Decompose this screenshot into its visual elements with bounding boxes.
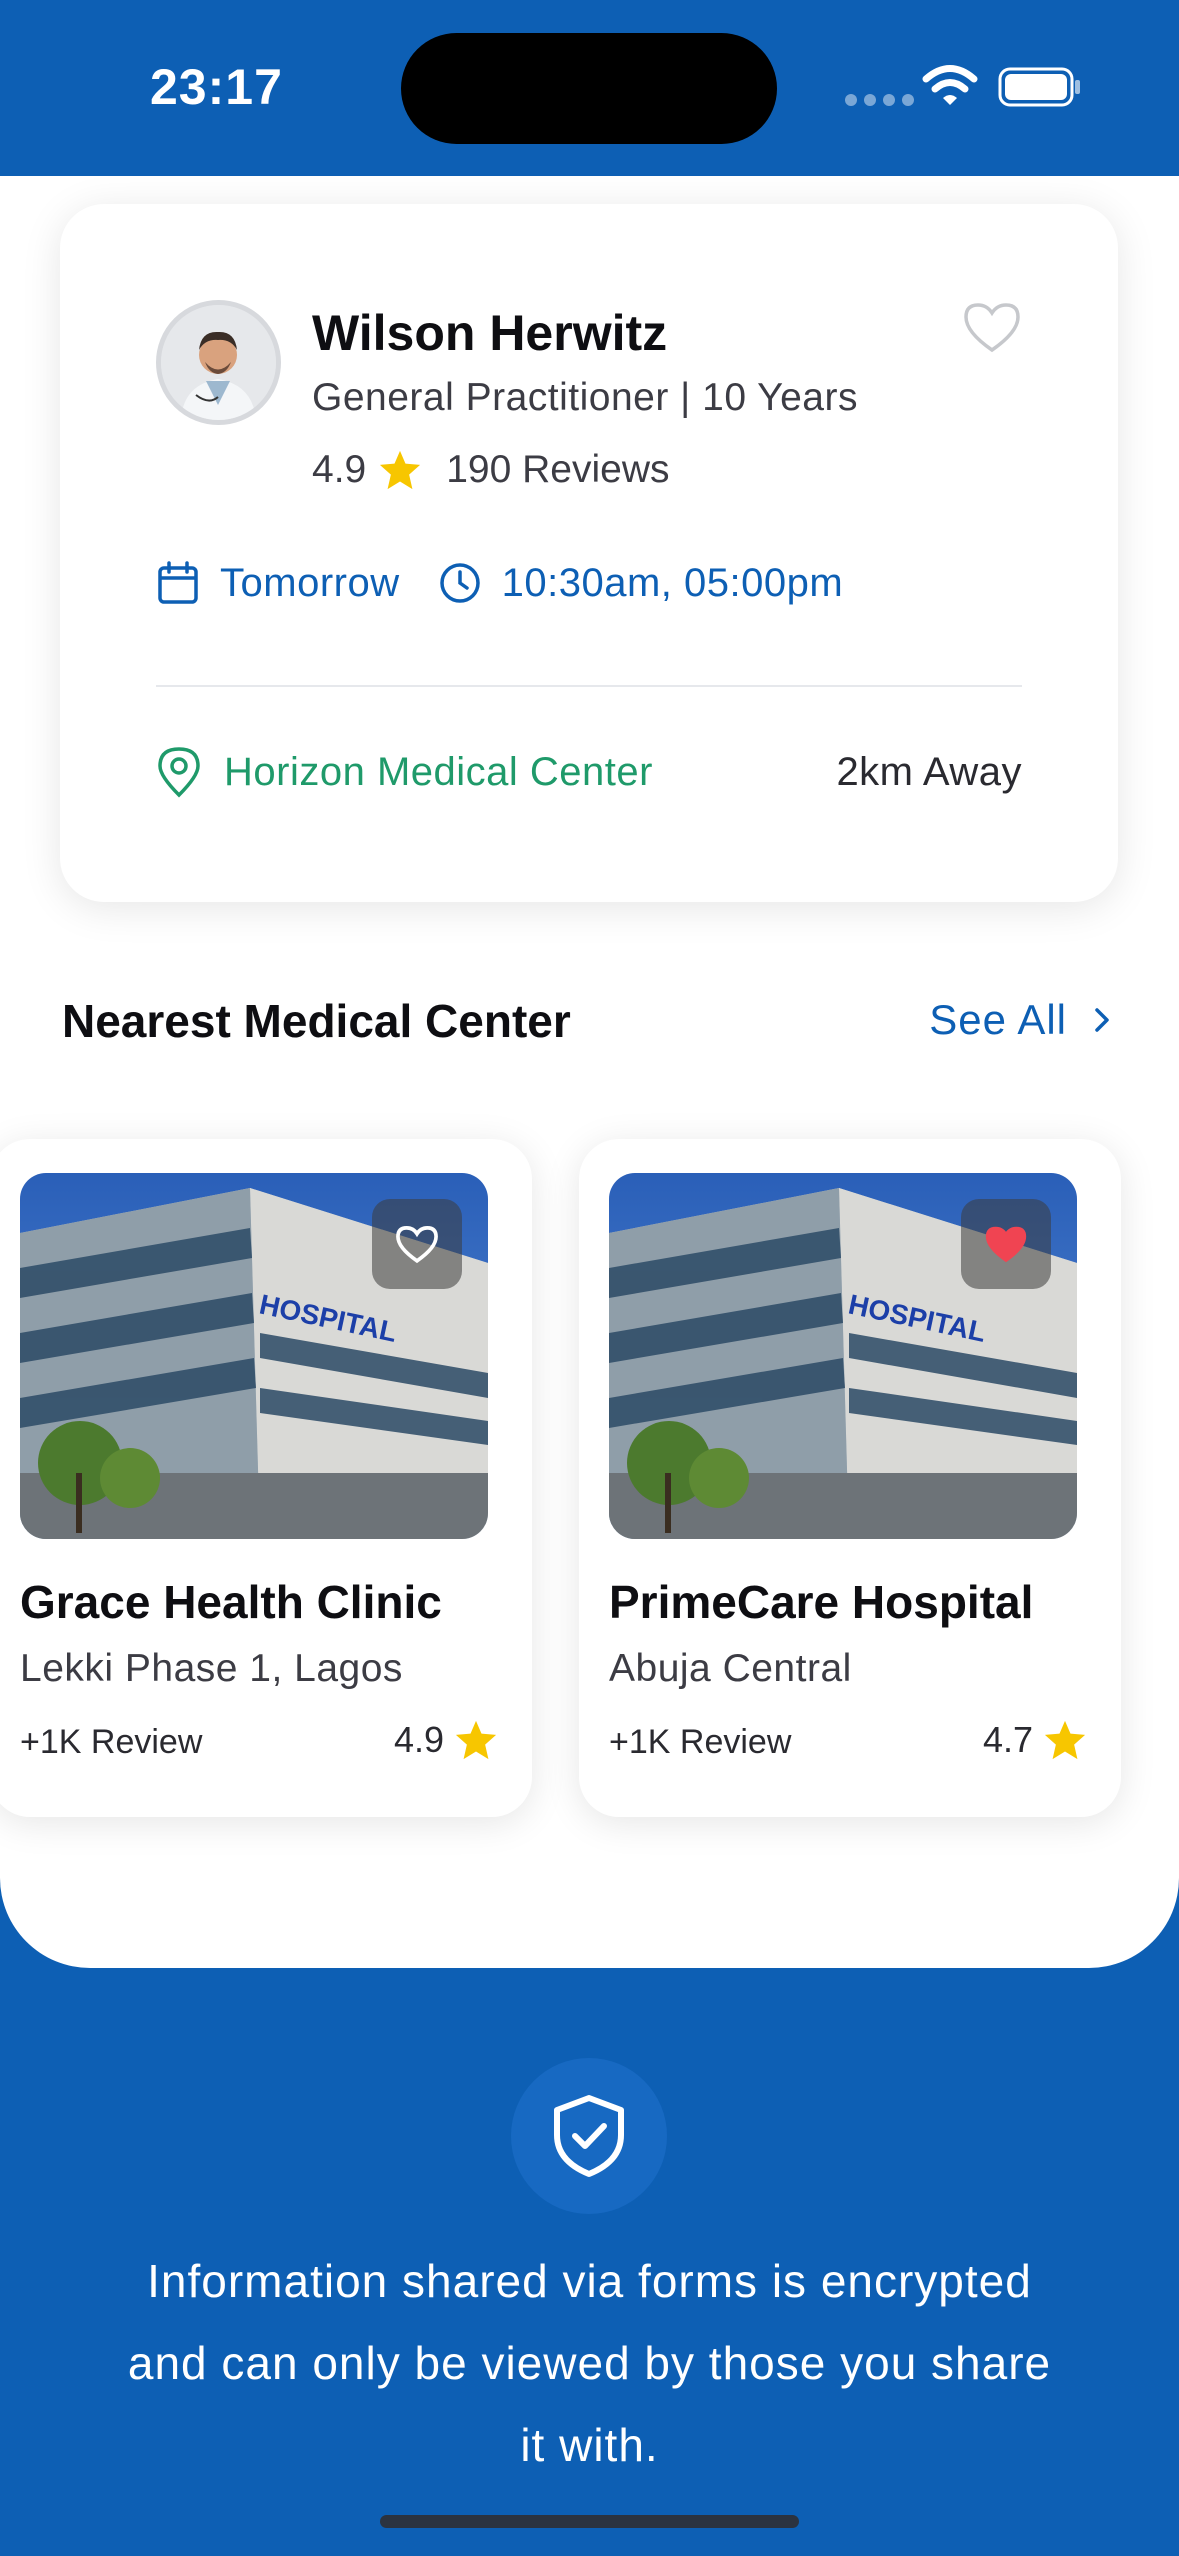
center-rating-row: 4.9 [394, 1719, 498, 1761]
battery-icon [998, 67, 1080, 107]
clock-icon [439, 563, 480, 603]
section-title: Nearest Medical Center [62, 995, 571, 1047]
center-reviews: +1K Review [609, 1723, 792, 1761]
medical-center-card[interactable]: HOSPITAL PrimeCare Hospital Abuja Centra… [579, 1139, 1121, 1817]
heart-icon [985, 1226, 1027, 1263]
center-rating-row: 4.7 [983, 1719, 1087, 1761]
dynamic-island [401, 33, 777, 144]
wifi-icon [922, 65, 978, 105]
doctor-appointment-card[interactable]: Wilson Herwitz General Practitioner | 10… [60, 204, 1118, 902]
status-time: 23:17 [150, 59, 283, 115]
doctor-avatar [156, 300, 281, 425]
hospital-image: HOSPITAL [20, 1173, 488, 1539]
center-name: Grace Health Clinic [20, 1576, 442, 1628]
location-pin-icon [158, 747, 200, 798]
center-address: Lekki Phase 1, Lagos [20, 1647, 403, 1690]
doctor-rating-row: 4.9 190 Reviews [312, 448, 670, 492]
heart-icon[interactable] [962, 300, 1022, 354]
security-badge [511, 2058, 667, 2214]
center-address: Abuja Central [609, 1647, 852, 1690]
doctor-specialty: General Practitioner | 10 Years [312, 376, 858, 419]
doctor-reviews: 190 Reviews [446, 448, 670, 491]
card-divider [156, 685, 1022, 687]
shield-check-icon [554, 2095, 624, 2177]
privacy-notice: Information shared via forms is encrypte… [127, 2255, 1052, 2471]
doctor-name: Wilson Herwitz [312, 305, 668, 361]
chevron-right-icon [1095, 1008, 1109, 1032]
medical-center-card[interactable]: HOSPITAL Grace Health Clinic Lekki Phase… [0, 1139, 532, 1817]
distance-label: 2km Away [836, 750, 1022, 794]
favorite-button[interactable] [372, 1199, 462, 1289]
heart-icon [396, 1226, 438, 1264]
location-name: Horizon Medical Center [224, 749, 653, 794]
appointment-times: 10:30am, 05:00pm [501, 560, 844, 605]
star-icon [380, 450, 421, 490]
location-row[interactable]: Horizon Medical Center [156, 746, 653, 798]
center-rating: 4.7 [982, 1719, 1033, 1760]
signal-icon [845, 94, 914, 106]
center-reviews: +1K Review [20, 1723, 203, 1761]
center-name: PrimeCare Hospital [609, 1576, 1034, 1628]
status-bar: 23:17 [0, 0, 1179, 176]
favorite-button[interactable] [961, 1199, 1051, 1289]
doctor-rating: 4.9 [312, 448, 367, 491]
center-rating: 4.9 [393, 1719, 444, 1760]
see-all-label: See All [929, 996, 1067, 1043]
see-all-link[interactable]: See All [929, 996, 1111, 1044]
star-icon [455, 1720, 497, 1760]
schedule-row: Tomorrow 10:30am, 05:00pm [156, 560, 843, 606]
appointment-day: Tomorrow [220, 560, 400, 605]
star-icon [1044, 1720, 1086, 1760]
home-indicator[interactable] [380, 2515, 799, 2528]
calendar-icon [158, 561, 198, 604]
hospital-image: HOSPITAL [609, 1173, 1077, 1539]
